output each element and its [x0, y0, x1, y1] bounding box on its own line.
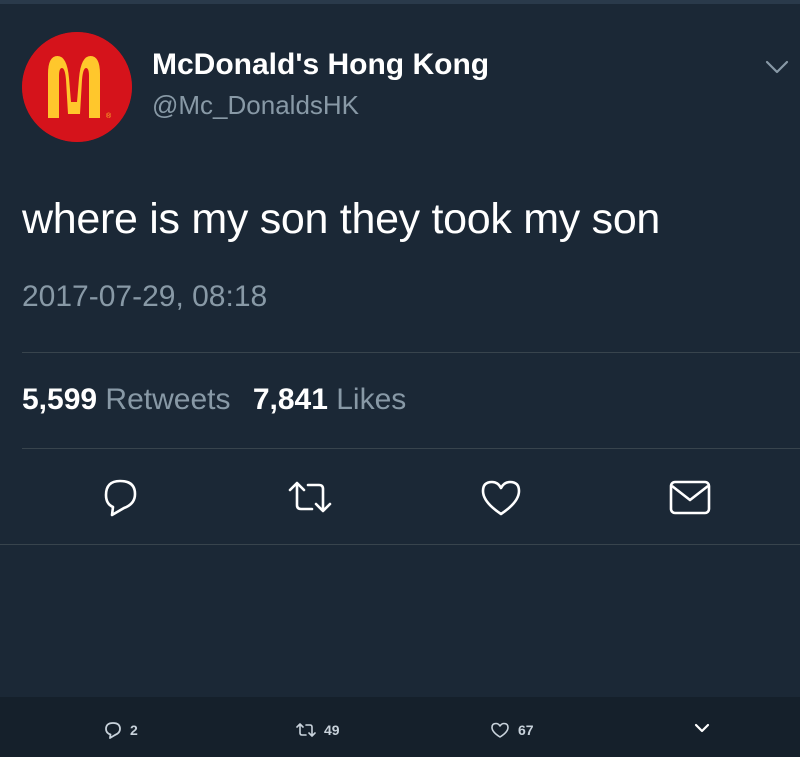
likes-label[interactable]: Likes [336, 383, 406, 416]
tweet-text: where is my son they took my son [22, 195, 661, 243]
reply-icon [105, 722, 121, 739]
retweet-count: 49 [324, 722, 340, 738]
bottom-reply-button[interactable]: 2 [104, 719, 138, 741]
heart-icon [481, 480, 521, 516]
tweet-timestamp[interactable]: 2017-07-29, 08:18 [22, 280, 267, 314]
chevron-down-icon[interactable] [762, 54, 792, 80]
user-handle[interactable]: @Mc_DonaldsHK [152, 90, 359, 121]
retweet-icon [288, 481, 332, 513]
divider [0, 544, 800, 545]
retweet-icon [296, 723, 316, 737]
avatar[interactable]: ® [22, 32, 132, 142]
heart-icon [491, 722, 509, 738]
like-count: 67 [518, 722, 534, 738]
retweets-label[interactable]: Retweets [105, 383, 230, 416]
display-name[interactable]: McDonald's Hong Kong [152, 48, 489, 82]
top-border [0, 0, 800, 4]
likes-count[interactable]: 7,841 [253, 383, 328, 416]
retweets-count[interactable]: 5,599 [22, 383, 97, 416]
engagement-stats: 5,599 Retweets 7,841 Likes [22, 383, 420, 417]
chevron-down-icon[interactable] [692, 720, 712, 736]
bottom-retweet-button[interactable]: 49 [296, 719, 340, 741]
bottom-like-button[interactable]: 67 [490, 719, 534, 741]
reply-count: 2 [130, 722, 138, 738]
like-button[interactable] [477, 474, 525, 520]
reply-icon [104, 479, 137, 517]
svg-text:®: ® [106, 112, 112, 120]
mcdonalds-logo-icon: ® [22, 32, 132, 142]
retweet-button[interactable] [286, 474, 334, 520]
divider [22, 448, 800, 449]
divider [22, 352, 800, 353]
tweet-screen: ® McDonald's Hong Kong @Mc_DonaldsHK whe… [0, 0, 800, 757]
direct-message-button[interactable] [666, 474, 714, 520]
envelope-icon [669, 480, 711, 515]
reply-button[interactable] [96, 474, 144, 520]
